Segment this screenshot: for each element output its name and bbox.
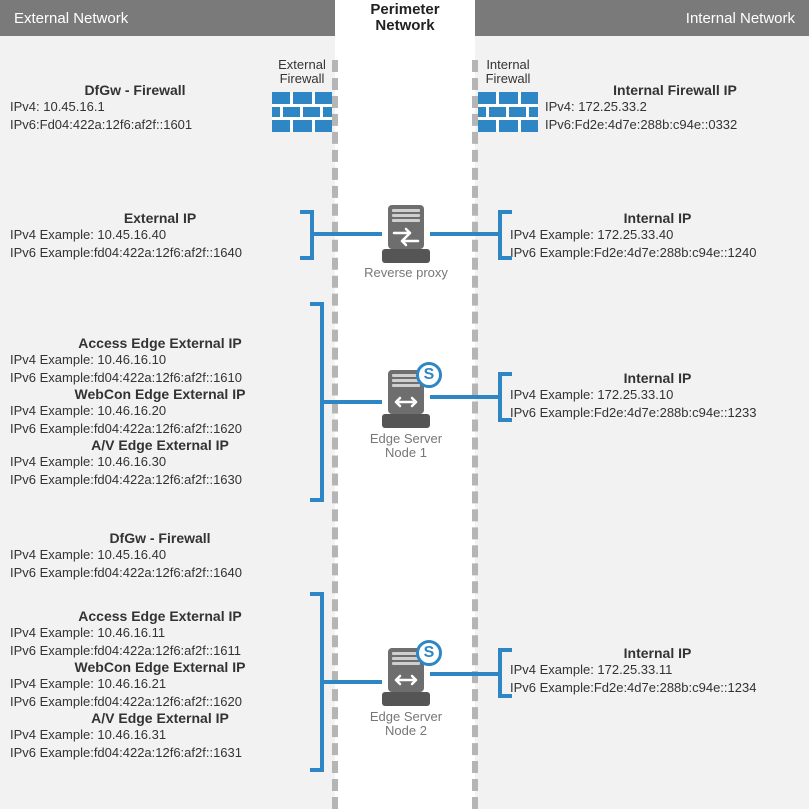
edge2-access-ipv4: IPv4 Example: 10.46.16.11 xyxy=(10,624,310,642)
external-ip-ipv6: IPv6 Example:fd04:422a:12f6:af2f::1640 xyxy=(10,244,310,262)
bracket-int-edge2 xyxy=(498,648,512,698)
edge1-webcon-ipv4: IPv4 Example: 10.46.16.20 xyxy=(10,402,310,420)
edge1-label: Edge Server Node 1 xyxy=(356,432,456,461)
edge1-access-ipv6: IPv6 Example:fd04:422a:12f6:af2f::1610 xyxy=(10,369,310,387)
dfgw-title: DfGw - Firewall xyxy=(10,82,260,98)
dfgw-firewall-block: DfGw - Firewall IPv4: 10.45.16.1 IPv6:Fd… xyxy=(10,82,260,133)
bracket-ext-rp xyxy=(300,210,314,260)
edge2-access-ipv6: IPv6 Example:fd04:422a:12f6:af2f::1611 xyxy=(10,642,310,660)
edge2-av-ipv4: IPv4 Example: 10.46.16.31 xyxy=(10,726,310,744)
edge1-int-ipv6: IPv6 Example:Fd2e:4d7e:288b:c94e::1233 xyxy=(510,404,805,422)
edge1-ext-block: Access Edge External IP IPv4 Example: 10… xyxy=(10,335,310,488)
conn-rp-int xyxy=(430,232,498,236)
edge1-av-ipv6: IPv6 Example:fd04:422a:12f6:af2f::1630 xyxy=(10,471,310,489)
perimeter-boundary-right xyxy=(472,60,478,809)
header-internal-label: Internal Network xyxy=(475,10,809,27)
internal-fw-title: Internal Firewall IP xyxy=(545,82,805,98)
edge1-av-title: A/V Edge External IP xyxy=(10,437,310,453)
edge2-av-title: A/V Edge External IP xyxy=(10,710,310,726)
internal-firewall-label: Internal Firewall xyxy=(478,58,538,87)
conn-ext-edge1 xyxy=(324,400,382,404)
edge2-webcon-ipv6: IPv6 Example:fd04:422a:12f6:af2f::1620 xyxy=(10,693,310,711)
edge1-int-title: Internal IP xyxy=(510,370,805,386)
conn-edge1-int xyxy=(430,395,498,399)
edge2-int-ipv4: IPv4 Example: 172.25.33.11 xyxy=(510,661,805,679)
edge2-int-block: Internal IP IPv4 Example: 172.25.33.11 I… xyxy=(510,645,805,696)
header-perimeter-l1: Perimeter xyxy=(370,2,439,19)
external-ip-ipv4: IPv4 Example: 10.45.16.40 xyxy=(10,226,310,244)
bracket-ext-edge2 xyxy=(310,592,324,772)
reverse-proxy-icon xyxy=(382,205,430,269)
external-firewall-label-l1: External xyxy=(272,58,332,72)
edge1-access-title: Access Edge External IP xyxy=(10,335,310,351)
dfgw2-ipv4: IPv4 Example: 10.45.16.40 xyxy=(10,546,310,564)
internal-fw-ipv6: IPv6:Fd2e:4d7e:288b:c94e::0332 xyxy=(545,116,805,134)
internal-firewall-label-l2: Firewall xyxy=(478,72,538,86)
external-firewall-label-l2: Firewall xyxy=(272,72,332,86)
dfgw2-ipv6: IPv6 Example:fd04:422a:12f6:af2f::1640 xyxy=(10,564,310,582)
edge2-ext-block: Access Edge External IP IPv4 Example: 10… xyxy=(10,608,310,761)
skype-icon-1: S xyxy=(416,362,442,388)
edge2-int-ipv6: IPv6 Example:Fd2e:4d7e:288b:c94e::1234 xyxy=(510,679,805,697)
header-perimeter: Perimeter Network xyxy=(335,0,475,36)
edge2-int-title: Internal IP xyxy=(510,645,805,661)
rp-internal-ipv4: IPv4 Example: 172.25.33.40 xyxy=(510,226,805,244)
perimeter-boundary-left xyxy=(332,60,338,809)
header-external: External Network xyxy=(0,0,335,36)
edge1-access-ipv4: IPv4 Example: 10.46.16.10 xyxy=(10,351,310,369)
internal-fw-block: Internal Firewall IP IPv4: 172.25.33.2 I… xyxy=(545,82,805,133)
edge1-int-ipv4: IPv4 Example: 172.25.33.10 xyxy=(510,386,805,404)
bracket-int-rp xyxy=(498,210,512,260)
edge2-webcon-ipv4: IPv4 Example: 10.46.16.21 xyxy=(10,675,310,693)
edge1-webcon-ipv6: IPv6 Example:fd04:422a:12f6:af2f::1620 xyxy=(10,420,310,438)
external-ip-block: External IP IPv4 Example: 10.45.16.40 IP… xyxy=(10,210,310,261)
rp-internal-ipv6: IPv6 Example:Fd2e:4d7e:288b:c94e::1240 xyxy=(510,244,805,262)
bracket-ext-edge1 xyxy=(310,302,324,502)
rp-internal-block: Internal IP IPv4 Example: 172.25.33.40 I… xyxy=(510,210,805,261)
edge2-label: Edge Server Node 2 xyxy=(356,710,456,739)
dfgw-ipv4: IPv4: 10.45.16.1 xyxy=(10,98,260,116)
conn-edge2-int xyxy=(430,672,498,676)
edge2-av-ipv6: IPv6 Example:fd04:422a:12f6:af2f::1631 xyxy=(10,744,310,762)
firewall-icon-internal xyxy=(478,92,538,132)
reverse-proxy-label: Reverse proxy xyxy=(356,266,456,280)
edge1-webcon-title: WebCon Edge External IP xyxy=(10,386,310,402)
rp-internal-title: Internal IP xyxy=(510,210,805,226)
bracket-int-edge1 xyxy=(498,372,512,422)
skype-icon-2: S xyxy=(416,640,442,666)
external-firewall-label: External Firewall xyxy=(272,58,332,87)
header-internal: Internal Network xyxy=(475,0,809,36)
conn-ext-edge2 xyxy=(324,680,382,684)
edge2-webcon-title: WebCon Edge External IP xyxy=(10,659,310,675)
edge1-av-ipv4: IPv4 Example: 10.46.16.30 xyxy=(10,453,310,471)
external-ip-title: External IP xyxy=(10,210,310,226)
header-external-label: External Network xyxy=(0,10,335,27)
internal-fw-ipv4: IPv4: 172.25.33.2 xyxy=(545,98,805,116)
firewall-icon-external xyxy=(272,92,332,132)
conn-ext-rp xyxy=(314,232,382,236)
edge2-access-title: Access Edge External IP xyxy=(10,608,310,624)
dfgw2-title: DfGw - Firewall xyxy=(10,530,310,546)
edge1-int-block: Internal IP IPv4 Example: 172.25.33.10 I… xyxy=(510,370,805,421)
internal-firewall-label-l1: Internal xyxy=(478,58,538,72)
header-perimeter-l2: Network xyxy=(375,18,434,35)
dfgw2-block: DfGw - Firewall IPv4 Example: 10.45.16.4… xyxy=(10,530,310,581)
dfgw-ipv6: IPv6:Fd04:422a:12f6:af2f::1601 xyxy=(10,116,260,134)
